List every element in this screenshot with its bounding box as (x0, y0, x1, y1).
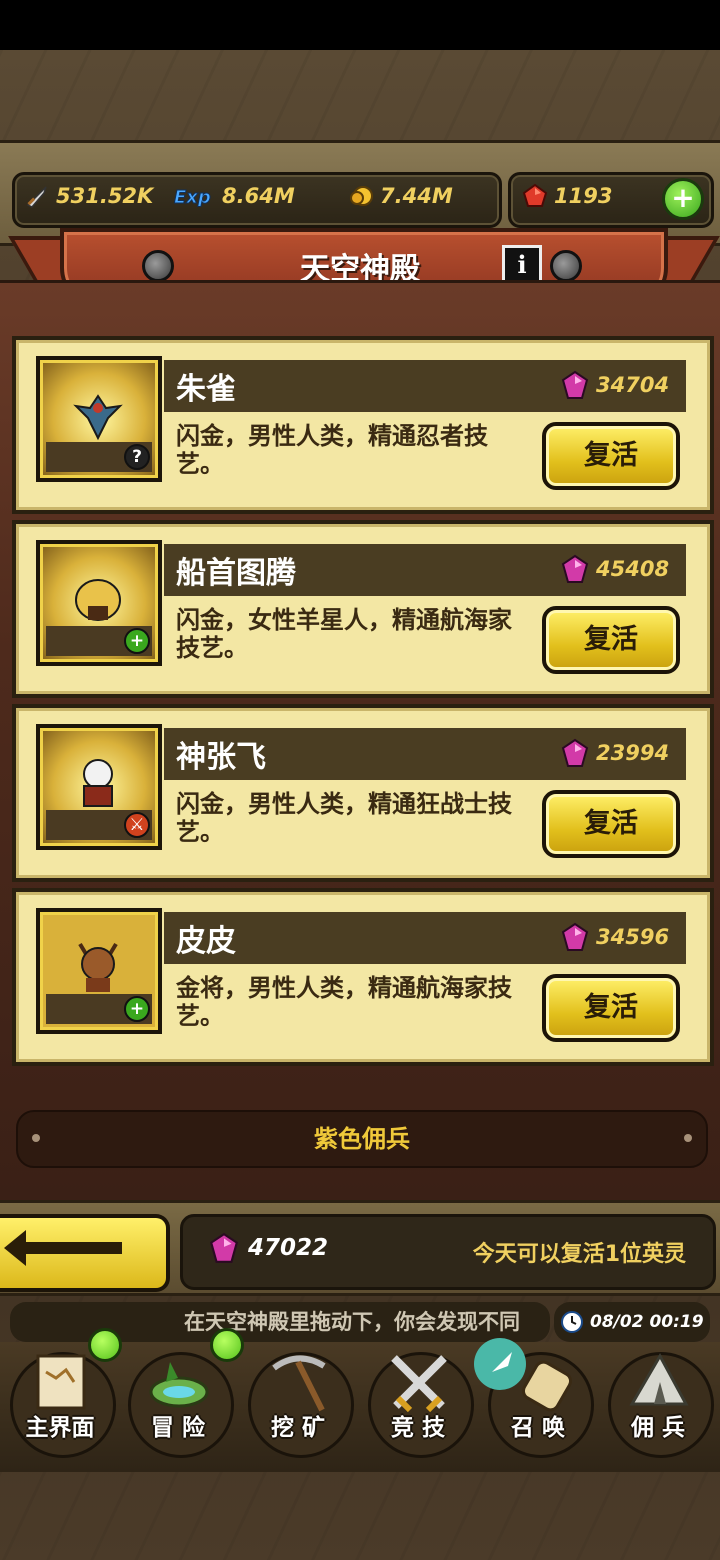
ruby-value: 1193 (554, 184, 613, 208)
revive-button[interactable]: 复活 (542, 790, 680, 858)
hero-name: 神张飞 (176, 740, 266, 775)
gold-coins-icon (350, 186, 373, 206)
clock: 08/02 00:19 (554, 1302, 710, 1342)
clock-value: 08/02 00:19 (590, 1312, 704, 1332)
svg-text:Exp: Exp (174, 187, 211, 208)
hero-card: + 船首图腾 45408 闪金，女性羊星人，精通航海家技艺。 复活 (12, 520, 714, 698)
attack-value: 531.52K (56, 184, 154, 208)
hero-portrait[interactable]: ⚔ (36, 724, 162, 850)
nav-label: 冒 险 (150, 1415, 205, 1441)
hero-portrait[interactable]: + (36, 540, 162, 666)
divider-dot (32, 1134, 40, 1142)
hero-price: 34596 (560, 922, 669, 952)
plus-badge-icon: + (124, 628, 150, 654)
nav-mercenary[interactable]: 佣 兵 (602, 1344, 714, 1458)
price-value: 34704 (596, 373, 670, 397)
warrior-sprite-icon (83, 759, 113, 807)
exp-value: 8.64M (222, 184, 295, 208)
section-label: 紫色佣兵 (314, 1125, 410, 1153)
nav-adventure[interactable]: 冒 险 (122, 1328, 244, 1458)
revive-button[interactable]: 复活 (542, 974, 680, 1042)
divider-dot (684, 1134, 692, 1142)
nav-label: 召 唤 (510, 1415, 565, 1441)
exp-icon: Exp (174, 187, 212, 209)
back-arrow-icon (4, 1230, 122, 1266)
nav-arena[interactable]: 竞 技 (362, 1344, 474, 1458)
hero-description: 闪金，男性人类，精通忍者技艺。 (176, 422, 488, 478)
nav-mining[interactable]: 挖 矿 (242, 1344, 354, 1458)
plus-badge-icon: + (124, 996, 150, 1022)
price-value: 45408 (596, 557, 670, 581)
nav-label: 竞 技 (390, 1415, 445, 1441)
notification-dot (88, 1328, 122, 1362)
info-button[interactable]: i (502, 245, 542, 285)
hero-card: ? 朱雀 34704 闪金，男性人类，精通忍者技艺。 复活 (12, 336, 714, 514)
status-bar (0, 0, 720, 50)
ram-totem-sprite-icon (75, 579, 121, 621)
ruby-icon (522, 183, 548, 207)
gold-stat: 7.44M (348, 181, 453, 211)
revive-button[interactable]: 复活 (542, 606, 680, 674)
price-value: 23994 (596, 741, 670, 765)
purple-gem-icon (561, 370, 589, 399)
hero-description: 闪金，女性羊星人，精通航海家技艺。 (176, 606, 512, 662)
hero-name: 皮皮 (176, 924, 236, 959)
hero-price: 23994 (560, 738, 669, 768)
nav-summon[interactable]: 召 唤 (474, 1338, 594, 1458)
hero-price: 34704 (560, 370, 669, 400)
clock-icon (561, 1311, 583, 1333)
revive-button[interactable]: 复活 (542, 422, 680, 490)
back-button[interactable] (0, 1214, 170, 1292)
gold-value: 7.44M (380, 184, 453, 208)
price-value: 34596 (596, 925, 670, 949)
hero-name: 朱雀 (176, 372, 236, 407)
section-divider[interactable]: 紫色佣兵 (16, 1110, 708, 1168)
phoenix-sprite-icon (73, 394, 123, 441)
gem-total-value: 47022 (248, 1235, 329, 1261)
rocket-icon[interactable] (472, 1336, 528, 1392)
sword-badge-icon: ⚔ (124, 812, 150, 838)
hero-description: 金将，男性人类，精通航海家技艺。 (176, 974, 512, 1030)
purple-gem-icon (209, 1232, 239, 1263)
ruby-stat: 1193 (522, 181, 612, 211)
nav-label: 主界面 (25, 1415, 95, 1441)
attack-stat: 531.52K (24, 181, 153, 211)
help-badge-icon: ? (124, 444, 150, 470)
nav-main[interactable]: 主界面 (4, 1328, 122, 1458)
hero-portrait[interactable]: ? (36, 356, 162, 482)
hero-price: 45408 (560, 554, 669, 584)
purple-gem-icon (561, 922, 589, 951)
hero-portrait[interactable]: + (36, 908, 162, 1034)
hero-card: + 皮皮 34596 金将，男性人类，精通航海家技艺。 复活 (12, 888, 714, 1066)
gem-total: 47022 (208, 1232, 328, 1264)
hero-name: 船首图腾 (176, 556, 296, 591)
sword-icon (26, 186, 47, 208)
revive-note: 今天可以复活1位英灵 (472, 1242, 686, 1267)
nav-label: 挖 矿 (270, 1415, 325, 1441)
hero-description: 闪金，男性人类，精通狂战士技艺。 (176, 790, 512, 846)
exp-stat: Exp 8.64M (170, 181, 295, 211)
nav-label: 佣 兵 (630, 1415, 685, 1441)
deer-sprite-icon (78, 942, 118, 992)
purple-gem-icon (561, 554, 589, 583)
hero-card: ⚔ 神张飞 23994 闪金，男性人类，精通狂战士技艺。 复活 (12, 704, 714, 882)
purple-gem-icon (561, 738, 589, 767)
add-rubies-button[interactable]: + (662, 178, 704, 220)
notification-dot (210, 1328, 244, 1362)
